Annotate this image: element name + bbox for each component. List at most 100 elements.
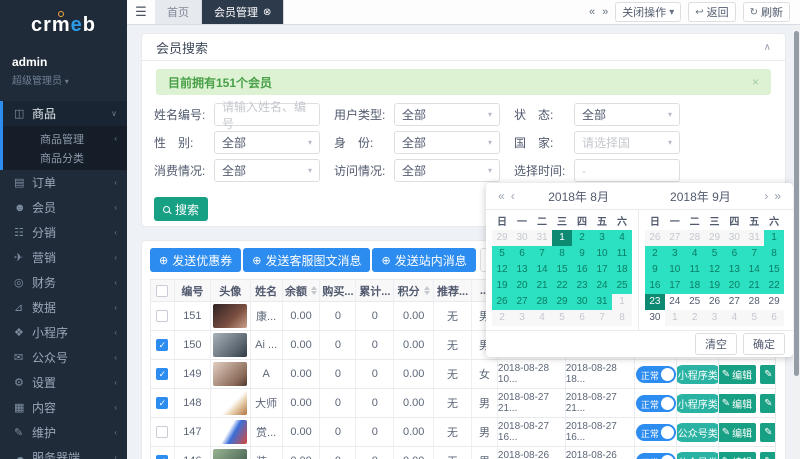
dp-day[interactable]: 22	[764, 278, 784, 294]
sidebar-item-data[interactable]: ⊿数据‹	[0, 295, 127, 320]
dp-day[interactable]: 6	[724, 246, 744, 262]
status-toggle[interactable]: 正常	[636, 424, 676, 441]
dp-day[interactable]: 22	[552, 278, 572, 294]
dp-day[interactable]: 7	[592, 310, 612, 326]
dp-day[interactable]: 25	[685, 294, 705, 310]
dp-day[interactable]: 18	[612, 262, 632, 278]
send-service-msg-button[interactable]: ⊕发送客服图文消息	[243, 248, 370, 272]
dp-day[interactable]: 4	[612, 230, 632, 246]
refresh-page-button[interactable]: ↻刷新	[743, 2, 790, 22]
dp-day[interactable]: 12	[492, 262, 512, 278]
dp-day[interactable]: 30	[572, 294, 592, 310]
status-select[interactable]: 全部▾	[574, 103, 680, 126]
dp-day[interactable]: 15	[552, 262, 572, 278]
dp-day[interactable]: 4	[724, 310, 744, 326]
select-all-checkbox[interactable]	[156, 285, 168, 297]
edit-button[interactable]: ✎编辑	[719, 394, 756, 413]
dp-day[interactable]: 26	[645, 230, 665, 246]
dp-day[interactable]: 5	[552, 310, 572, 326]
row-checkbox[interactable]: ✓	[156, 368, 168, 380]
dp-day[interactable]: 3	[512, 310, 532, 326]
dp-day[interactable]: 1	[764, 230, 784, 246]
dp-day[interactable]: 30	[724, 230, 744, 246]
dp-day[interactable]: 4	[532, 310, 552, 326]
sidebar-item-order[interactable]: ▤订单‹	[0, 170, 127, 195]
dp-day[interactable]: 5	[492, 246, 512, 262]
edit-icon-button[interactable]: ✎	[760, 423, 775, 442]
dp-day[interactable]: 2	[492, 310, 512, 326]
dp-day[interactable]: 26	[492, 294, 512, 310]
dp-day[interactable]: 18	[685, 278, 705, 294]
dp-day[interactable]: 6	[572, 310, 592, 326]
prev-month-icon[interactable]: ‹	[508, 189, 518, 203]
tabs-scroll-right-button[interactable]: »	[602, 6, 608, 18]
next-year-icon[interactable]: »	[771, 189, 784, 203]
dp-day[interactable]: 21	[532, 278, 552, 294]
dp-day[interactable]: 7	[744, 246, 764, 262]
consume-select[interactable]: 全部▾	[214, 159, 320, 182]
dp-day[interactable]: 31	[532, 230, 552, 246]
dp-day[interactable]: 31	[744, 230, 764, 246]
sidebar-item-member[interactable]: ☻会员‹	[0, 195, 127, 220]
send-site-msg-button[interactable]: ⊕发送站内消息	[372, 248, 475, 272]
time-range-input[interactable]: -	[574, 159, 680, 182]
dp-day[interactable]: 10	[665, 262, 685, 278]
user-type-select[interactable]: 全部▾	[394, 103, 500, 126]
edit-button[interactable]: ✎编辑	[719, 423, 756, 442]
country-select[interactable]: 请选择国▾	[574, 131, 680, 154]
dp-day[interactable]: 1	[552, 230, 572, 246]
sidebar-item-miniapp[interactable]: ❖小程序‹	[0, 320, 127, 345]
dp-day[interactable]: 24	[592, 278, 612, 294]
dp-day[interactable]: 25	[612, 278, 632, 294]
dp-day[interactable]: 15	[764, 262, 784, 278]
dp-day[interactable]: 6	[764, 310, 784, 326]
close-operations-button[interactable]: 关闭操作▾	[615, 2, 681, 22]
search-button[interactable]: 搜索	[154, 197, 208, 221]
identity-select[interactable]: 全部▾	[394, 131, 500, 154]
close-icon[interactable]: ⊗	[263, 7, 271, 18]
dp-day[interactable]: 23	[572, 278, 592, 294]
dp-day[interactable]: 13	[512, 262, 532, 278]
dp-day[interactable]: 21	[744, 278, 764, 294]
dp-day[interactable]: 6	[512, 246, 532, 262]
gender-select[interactable]: 全部▾	[214, 131, 320, 154]
row-checkbox[interactable]	[156, 426, 168, 438]
sidebar-item-maintain[interactable]: ✎维护‹	[0, 420, 127, 445]
prev-year-icon[interactable]: «	[495, 189, 508, 203]
dp-day[interactable]: 10	[592, 246, 612, 262]
dp-day[interactable]: 1	[612, 294, 632, 310]
edit-icon-button[interactable]: ✎	[760, 452, 775, 459]
dp-day[interactable]: 29	[492, 230, 512, 246]
status-toggle[interactable]: 正常	[636, 366, 676, 383]
dp-day[interactable]: 8	[552, 246, 572, 262]
sidebar-collapse-button[interactable]: ☰	[127, 0, 155, 24]
visit-select[interactable]: 全部▾	[394, 159, 500, 182]
sort-icon[interactable]	[311, 286, 317, 295]
dp-day[interactable]: 20	[724, 278, 744, 294]
dp-day[interactable]: 23	[645, 294, 665, 310]
sidebar-item-settings[interactable]: ⚙设置‹	[0, 370, 127, 395]
dp-day[interactable]: 28	[744, 294, 764, 310]
dp-day[interactable]: 13	[724, 262, 744, 278]
sidebar-item-goods[interactable]: ◫商品∨	[3, 101, 127, 126]
dp-day[interactable]: 19	[705, 278, 725, 294]
dp-day[interactable]: 8	[612, 310, 632, 326]
dp-day[interactable]: 7	[532, 246, 552, 262]
edit-button[interactable]: ✎编辑	[719, 452, 756, 459]
row-checkbox[interactable]	[156, 310, 168, 322]
dp-day[interactable]: 27	[512, 294, 532, 310]
dp-day[interactable]: 3	[665, 246, 685, 262]
status-toggle[interactable]: 正常	[636, 395, 676, 412]
confirm-button[interactable]: 确定	[743, 333, 785, 355]
next-month-icon[interactable]: ›	[761, 189, 771, 203]
dp-day[interactable]: 5	[705, 246, 725, 262]
dp-day[interactable]: 2	[572, 230, 592, 246]
status-toggle[interactable]: 正常	[636, 453, 676, 459]
dp-day[interactable]: 2	[685, 310, 705, 326]
dp-day[interactable]: 8	[764, 246, 784, 262]
back-button[interactable]: ↩返回	[688, 2, 735, 22]
close-icon[interactable]: ×	[752, 75, 759, 89]
tabs-scroll-left-button[interactable]: «	[589, 6, 595, 18]
dp-day[interactable]: 28	[532, 294, 552, 310]
sidebar-item-finance[interactable]: ◎财务‹	[0, 270, 127, 295]
